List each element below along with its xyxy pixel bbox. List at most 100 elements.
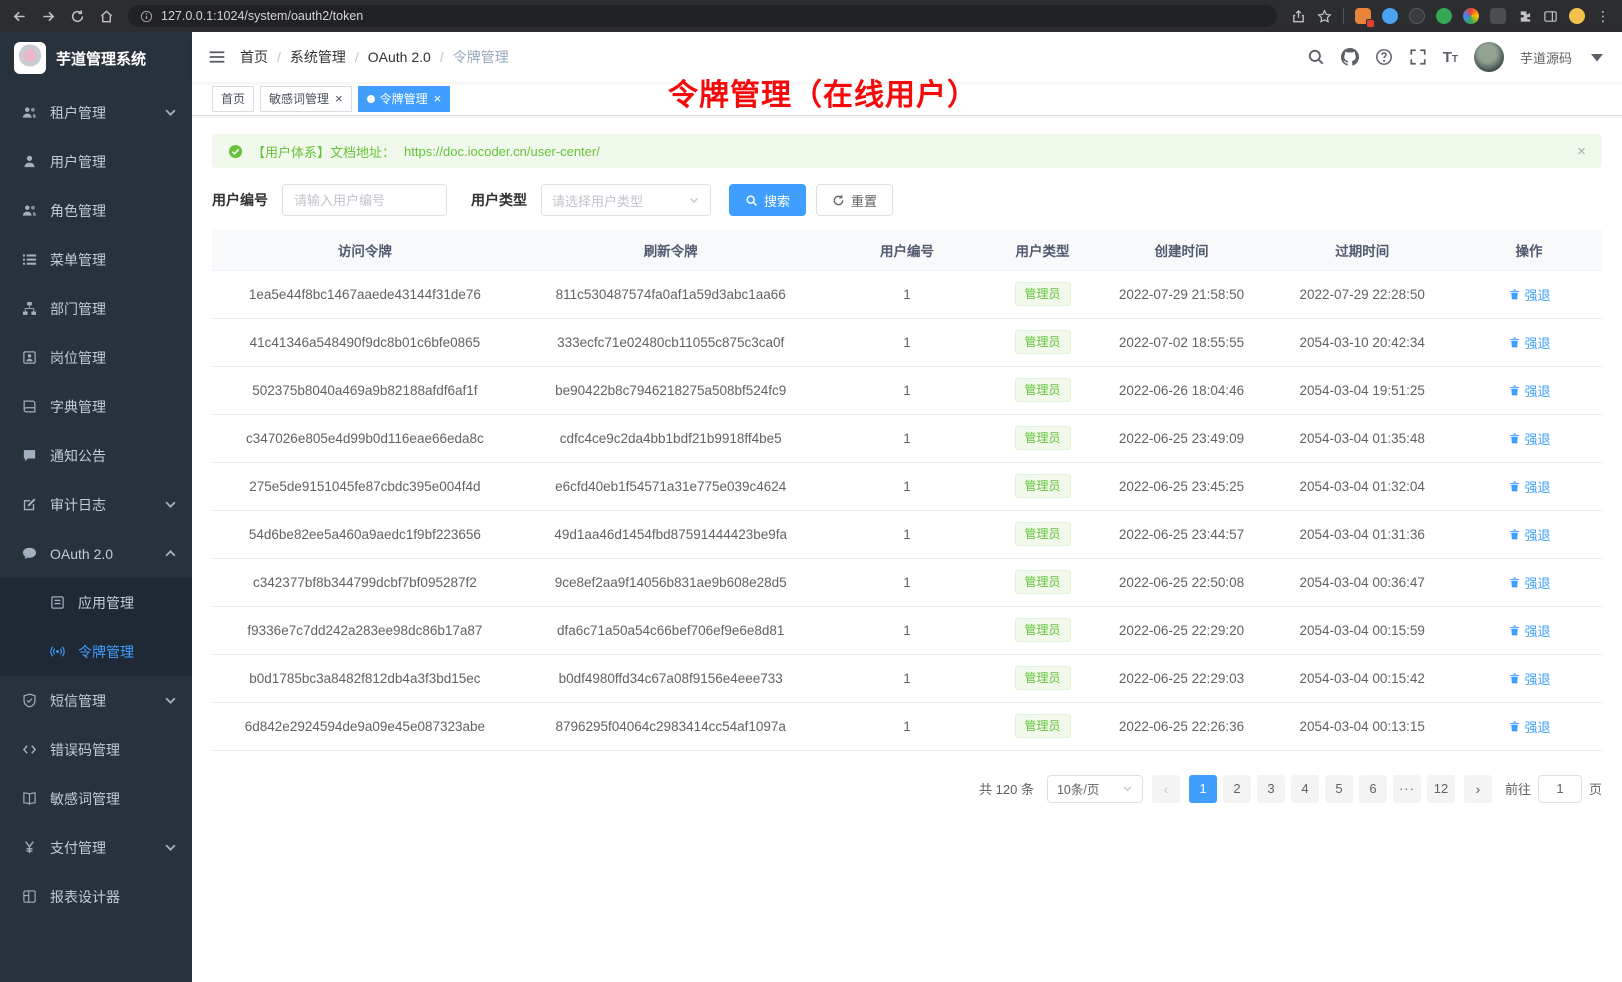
tab-close-icon[interactable]: × <box>335 92 343 105</box>
sidebar-item-oauth2[interactable]: OAuth 2.0 <box>0 529 192 578</box>
goto-page-input[interactable] <box>1538 775 1582 803</box>
force-logout-button[interactable]: 强退 <box>1508 333 1551 352</box>
user-type-select[interactable]: 请选择用户类型 <box>541 184 711 216</box>
sidebar-item-post[interactable]: 岗位管理 <box>0 333 192 382</box>
pagination-page-3[interactable]: 3 <box>1257 775 1285 803</box>
tab-token[interactable]: 令牌管理× <box>358 86 451 112</box>
trash-icon <box>1508 384 1521 397</box>
force-logout-label: 强退 <box>1525 717 1551 736</box>
sidebar-item-sensitive-word[interactable]: 敏感词管理 <box>0 774 192 823</box>
force-logout-button[interactable]: 强退 <box>1508 573 1551 592</box>
site-info-icon[interactable] <box>140 10 153 23</box>
sidebar-item-label: 岗位管理 <box>50 348 178 368</box>
tab-close-icon[interactable]: × <box>434 92 442 105</box>
force-logout-button[interactable]: 强退 <box>1508 621 1551 640</box>
user-menu-caret-icon[interactable] <box>1588 48 1606 66</box>
sidebar-item-notice[interactable]: 通知公告 <box>0 431 192 480</box>
browser-home-icon[interactable] <box>99 9 114 24</box>
fullscreen-icon[interactable] <box>1409 48 1427 66</box>
search-icon[interactable] <box>1307 48 1325 66</box>
username[interactable]: 芋道源码 <box>1520 48 1572 67</box>
force-logout-button[interactable]: 强退 <box>1508 285 1551 304</box>
pagination-page-4[interactable]: 4 <box>1291 775 1319 803</box>
tab-sensitive-word[interactable]: 敏感词管理× <box>260 86 352 112</box>
share-icon[interactable] <box>1291 9 1306 24</box>
sidebar-item-user[interactable]: 用户管理 <box>0 137 192 186</box>
extension-icon-4[interactable] <box>1436 8 1452 24</box>
force-logout-button[interactable]: 强退 <box>1508 525 1551 544</box>
search-button[interactable]: 搜索 <box>729 184 806 216</box>
force-logout-button[interactable]: 强退 <box>1508 669 1551 688</box>
search-button-icon <box>745 194 758 207</box>
pagination-page-2[interactable]: 2 <box>1223 775 1251 803</box>
force-logout-button[interactable]: 强退 <box>1508 429 1551 448</box>
pagination-page-5[interactable]: 5 <box>1325 775 1353 803</box>
bookmark-star-icon[interactable] <box>1317 9 1332 24</box>
browser-forward-icon[interactable] <box>41 9 56 24</box>
force-logout-label: 强退 <box>1525 477 1551 496</box>
active-tab-dot-icon <box>367 95 375 103</box>
browser-reload-icon[interactable] <box>70 9 85 24</box>
browser-url-bar[interactable]: 127.0.0.1:1024/system/oauth2/token <box>128 5 1277 27</box>
force-logout-button[interactable]: 强退 <box>1508 477 1551 496</box>
github-icon[interactable] <box>1341 48 1359 66</box>
extensions-puzzle-icon[interactable] <box>1517 9 1532 24</box>
sidebar-item-oauth2-token[interactable]: 令牌管理 <box>0 627 192 676</box>
user-id-cell: 1 <box>824 702 991 750</box>
tags-view: 首页敏感词管理×令牌管理× <box>192 82 1622 116</box>
doc-link[interactable]: https://doc.iocoder.cn/user-center/ <box>404 144 600 159</box>
page-size-select[interactable]: 10条/页 <box>1047 775 1143 803</box>
sidebar-item-pay[interactable]: 支付管理 <box>0 823 192 872</box>
user-type-badge: 管理员 <box>1015 426 1071 450</box>
browser-menu-icon[interactable]: ⋮ <box>1596 8 1610 25</box>
refresh-token-cell: 9ce8ef2aa9f14056b831ae9b608e28d5 <box>518 558 824 606</box>
extension-icon-1[interactable] <box>1355 8 1371 24</box>
doc-alert: 【用户体系】文档地址： https://doc.iocoder.cn/user-… <box>212 134 1602 168</box>
pagination-page-1[interactable]: 1 <box>1189 775 1217 803</box>
sidebar-item-dict[interactable]: 字典管理 <box>0 382 192 431</box>
table-row: 502375b8040a469a9b82188afdf6af1fbe90422b… <box>212 366 1602 414</box>
side-panel-icon[interactable] <box>1543 9 1558 24</box>
user-avatar[interactable] <box>1474 42 1504 72</box>
user-id-input[interactable] <box>282 184 447 216</box>
breadcrumb-item[interactable]: 系统管理 <box>290 47 346 67</box>
extension-icon-5[interactable] <box>1463 8 1479 24</box>
sidebar-item-menu[interactable]: 菜单管理 <box>0 235 192 284</box>
browser-profile-avatar[interactable] <box>1569 8 1585 24</box>
sidebar-item-oauth2-app[interactable]: 应用管理 <box>0 578 192 627</box>
sidebar-item-tenant[interactable]: 租户管理 <box>0 88 192 137</box>
browser-url: 127.0.0.1:1024/system/oauth2/token <box>161 9 363 23</box>
extension-icon-3[interactable] <box>1409 8 1425 24</box>
pagination-prev-button[interactable]: ‹ <box>1152 775 1180 803</box>
breadcrumb-item[interactable]: 首页 <box>240 47 268 67</box>
pagination-next-button[interactable]: › <box>1464 775 1492 803</box>
reset-button[interactable]: 重置 <box>816 184 893 216</box>
browser-toolbar-right: ⋮ <box>1291 8 1610 25</box>
extension-icon-2[interactable] <box>1382 8 1398 24</box>
user-type-cell: 管理员 <box>990 558 1094 606</box>
font-size-icon[interactable]: TT <box>1443 49 1458 66</box>
sidebar-item-error-code[interactable]: 错误码管理 <box>0 725 192 774</box>
pagination-ellipsis[interactable]: ··· <box>1393 775 1421 803</box>
sidebar-item-report-designer[interactable]: 报表设计器 <box>0 872 192 921</box>
tab-home[interactable]: 首页 <box>212 86 254 112</box>
sidebar-item-sms[interactable]: 短信管理 <box>0 676 192 725</box>
pagination-page-6[interactable]: 6 <box>1359 775 1387 803</box>
force-logout-button[interactable]: 强退 <box>1508 717 1551 736</box>
app-logo[interactable]: 芋道管理系统 <box>0 32 192 84</box>
user-type-cell: 管理员 <box>990 654 1094 702</box>
browser-back-icon[interactable] <box>12 9 27 24</box>
help-icon[interactable] <box>1375 48 1393 66</box>
yen-icon <box>22 840 37 855</box>
sidebar-item-label: 菜单管理 <box>50 250 178 270</box>
sidebar-item-audit-log[interactable]: 审计日志 <box>0 480 192 529</box>
sidebar-collapse-icon[interactable] <box>208 48 226 66</box>
sidebar-item-role[interactable]: 角色管理 <box>0 186 192 235</box>
search-button-label: 搜索 <box>764 191 790 210</box>
sidebar-item-dept[interactable]: 部门管理 <box>0 284 192 333</box>
extension-icon-6[interactable] <box>1490 8 1506 24</box>
breadcrumb-item[interactable]: OAuth 2.0 <box>368 49 431 65</box>
pagination-page-12[interactable]: 12 <box>1427 775 1455 803</box>
alert-close-icon[interactable]: × <box>1577 143 1586 160</box>
force-logout-button[interactable]: 强退 <box>1508 381 1551 400</box>
